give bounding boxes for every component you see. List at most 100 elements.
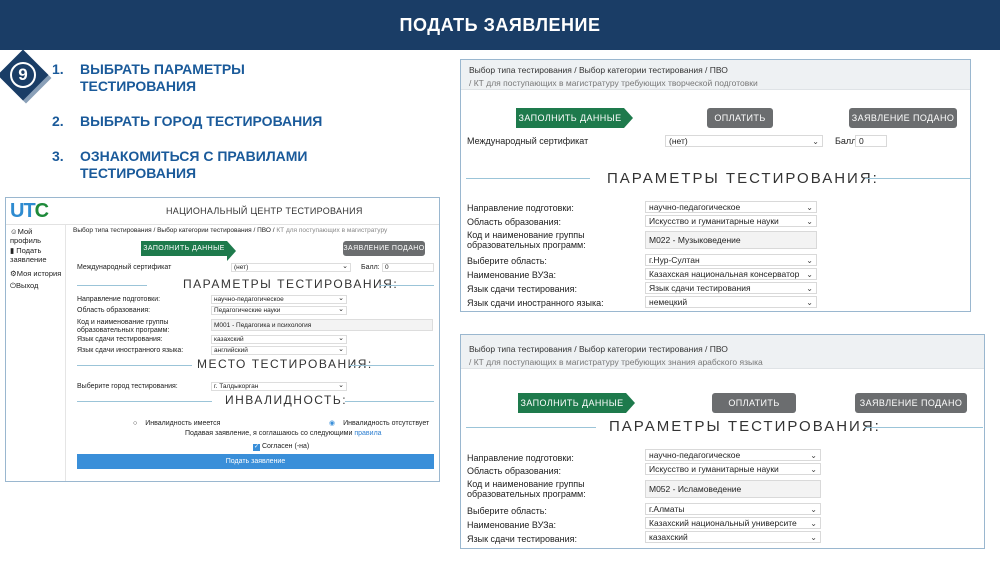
pay-step[interactable]: ОПЛАТИТЬ: [712, 393, 796, 413]
foreign-language-select[interactable]: английский ⌄: [211, 346, 347, 355]
step-text: ВЫБРАТЬ ПАРАМЕТРЫ ТЕСТИРОВАНИЯ: [80, 61, 245, 94]
chevron-down-icon: ⌄: [810, 519, 817, 528]
area-select[interactable]: Искусство и гуманитарные науки ⌄: [645, 215, 817, 227]
fill-data-step[interactable]: ЗАПОЛНИТЬ ДАННЫЕ: [518, 393, 635, 413]
chevron-down-icon: ⌄: [810, 533, 817, 542]
city-select[interactable]: г. Талдыкорган ⌄: [211, 382, 347, 391]
field-label: Направление подготовки:: [467, 453, 574, 463]
params-title: ПАРАМЕТРЫ ТЕСТИРОВАНИЯ:: [183, 277, 399, 291]
chevron-down-icon: ⌄: [810, 465, 817, 474]
sidebar-item-profile[interactable]: ☺Мой профиль: [10, 227, 65, 245]
submitted-step[interactable]: ЗАЯВЛЕНИЕ ПОДАНО: [849, 108, 957, 128]
fill-data-step[interactable]: ЗАПОЛНИТЬ ДАННЫЕ: [141, 241, 236, 261]
step-item: 2. ВЫБРАТЬ ГОРОД ТЕСТИРОВАНИЯ: [52, 113, 402, 130]
direction-select[interactable]: научно-педагогическое ⌄: [645, 449, 821, 461]
utc-logo: UTC: [10, 200, 49, 223]
divider: [77, 285, 147, 286]
sidebar-item-apply[interactable]: ▮ Подать заявление: [10, 246, 64, 264]
field-label: Язык сдачи иностранного языка:: [467, 298, 604, 308]
step-number: 2.: [52, 113, 64, 129]
site-title: НАЦИОНАЛЬНЫЙ ЦЕНТР ТЕСТИРОВАНИЯ: [166, 206, 363, 216]
region-select[interactable]: г.Алматы ⌄: [645, 503, 821, 515]
chevron-down-icon: ⌄: [806, 284, 813, 293]
score-input[interactable]: 0: [382, 263, 434, 272]
place-title: МЕСТО ТЕСТИРОВАНИЯ:: [197, 357, 373, 371]
chevron-down-icon: ⌄: [338, 346, 344, 353]
field-label: Область образования:: [467, 217, 561, 227]
sidebar-item-logout[interactable]: ⏻Выход: [10, 281, 38, 290]
fill-data-step[interactable]: ЗАПОЛНИТЬ ДАННЫЕ: [516, 108, 633, 128]
chevron-down-icon: ⌄: [806, 270, 813, 279]
params-title: ПАРАМЕТРЫ ТЕСТИРОВАНИЯ:: [609, 418, 881, 435]
step-badge: 9: [0, 49, 52, 104]
document-icon: ▮: [10, 246, 15, 255]
chevron-down-icon: ⌄: [338, 306, 344, 313]
creative-exam-form-screenshot: Выбор типа тестирования / Выбор категори…: [460, 59, 971, 312]
chevron-down-icon: ⌄: [338, 295, 344, 302]
field-label: Направление подготовки:: [467, 203, 574, 213]
agreement-text: Подавая заявление, я соглашаюсь со следу…: [185, 430, 382, 437]
site-header: UTC НАЦИОНАЛЬНЫЙ ЦЕНТР ТЕСТИРОВАНИЯ: [6, 198, 439, 225]
field-label: Выберите область:: [467, 506, 547, 516]
breadcrumb: Выбор типа тестирования / Выбор категори…: [461, 335, 984, 369]
step-text: ОЗНАКОМИТЬСЯ С ПРАВИЛАМИ ТЕСТИРОВАНИЯ: [80, 148, 308, 181]
pay-step[interactable]: ОПЛАТИТЬ: [707, 108, 773, 128]
step-item: 1. ВЫБРАТЬ ПАРАМЕТРЫ ТЕСТИРОВАНИЯ: [52, 61, 402, 95]
chevron-down-icon: ⌄: [806, 298, 813, 307]
field-label: Область образования:: [467, 466, 561, 476]
chevron-down-icon: ⌄: [342, 263, 348, 270]
chevron-down-icon: ⌄: [810, 451, 817, 460]
direction-select[interactable]: научно-педагогическое ⌄: [211, 295, 347, 304]
program-select[interactable]: M052 - Исламоведение: [645, 480, 821, 498]
cert-select[interactable]: (нет) ⌄: [665, 135, 823, 147]
field-label: Код и наименование группы образовательны…: [77, 319, 170, 334]
test-language-select[interactable]: казахский ⌄: [645, 531, 821, 543]
region-select[interactable]: г.Нур-Султан ⌄: [645, 254, 817, 266]
slide-title: ПОДАТЬ ЗАЯВЛЕНИЕ: [0, 0, 1000, 50]
user-icon: ☺: [10, 227, 18, 236]
chevron-down-icon: ⌄: [812, 137, 819, 146]
field-label: Язык сдачи тестирования:: [467, 534, 578, 544]
badge-number: 9: [18, 65, 28, 84]
divider: [77, 401, 212, 402]
divider: [865, 178, 970, 179]
disability-title: ИНВАЛИДНОСТЬ:: [225, 393, 348, 407]
university-select[interactable]: Казахский национальный университе ⌄: [645, 517, 821, 529]
submitted-step[interactable]: ЗАЯВЛЕНИЕ ПОДАНО: [855, 393, 967, 413]
chevron-down-icon: ⌄: [806, 256, 813, 265]
breadcrumb: Выбор типа тестирования / Выбор категори…: [461, 60, 970, 90]
field-label: Выберите область:: [467, 256, 547, 266]
field-label: Язык сдачи иностранного языка:: [77, 347, 184, 354]
area-select[interactable]: Искусство и гуманитарные науки ⌄: [645, 463, 821, 475]
area-select[interactable]: Педагогические науки ⌄: [211, 306, 347, 315]
chevron-down-icon: ⌄: [806, 203, 813, 212]
cert-select[interactable]: (нет) ⌄: [231, 263, 351, 272]
arabic-exam-form-screenshot: Выбор типа тестирования / Выбор категори…: [460, 334, 985, 549]
chevron-down-icon: ⌄: [806, 217, 813, 226]
program-select[interactable]: M001 - Педагогика и психология: [211, 319, 433, 331]
params-title: ПАРАМЕТРЫ ТЕСТИРОВАНИЯ:: [607, 170, 879, 187]
disability-no-option[interactable]: ◉ Инвалидность отсутствует: [329, 420, 429, 428]
sidebar: ☺Мой профиль ▮ Подать заявление ⚙Моя ист…: [6, 225, 66, 481]
step-number: 1.: [52, 61, 64, 77]
rules-link[interactable]: правила: [354, 430, 381, 437]
divider: [466, 427, 596, 428]
chevron-down-icon: ⌄: [338, 382, 344, 389]
divider: [865, 427, 983, 428]
foreign-language-select[interactable]: немецкий ⌄: [645, 296, 817, 308]
disability-yes-option[interactable]: ○ Инвалидность имеется: [133, 420, 220, 428]
submit-application-button[interactable]: Подать заявление: [77, 454, 434, 469]
cert-label: Международный сертификат: [77, 264, 172, 271]
university-select[interactable]: Казахская национальная консерватор ⌄: [645, 268, 817, 280]
program-select[interactable]: M022 - Музыковедение: [645, 231, 817, 249]
step-text: ВЫБРАТЬ ГОРОД ТЕСТИРОВАНИЯ: [80, 113, 323, 129]
cert-label: Международный сертификат: [467, 136, 589, 146]
submitted-step[interactable]: ЗАЯВЛЕНИЕ ПОДАНО: [343, 241, 425, 256]
sidebar-item-history[interactable]: ⚙Моя история: [10, 269, 61, 278]
test-language-select[interactable]: казахский ⌄: [211, 335, 347, 344]
agree-checkbox[interactable]: ✓ Согласен (-на): [253, 443, 309, 451]
score-input[interactable]: 0: [855, 135, 887, 147]
direction-select[interactable]: научно-педагогическое ⌄: [645, 201, 817, 213]
test-language-select[interactable]: Язык сдачи тестирования ⌄: [645, 282, 817, 294]
step-number: 3.: [52, 148, 64, 164]
